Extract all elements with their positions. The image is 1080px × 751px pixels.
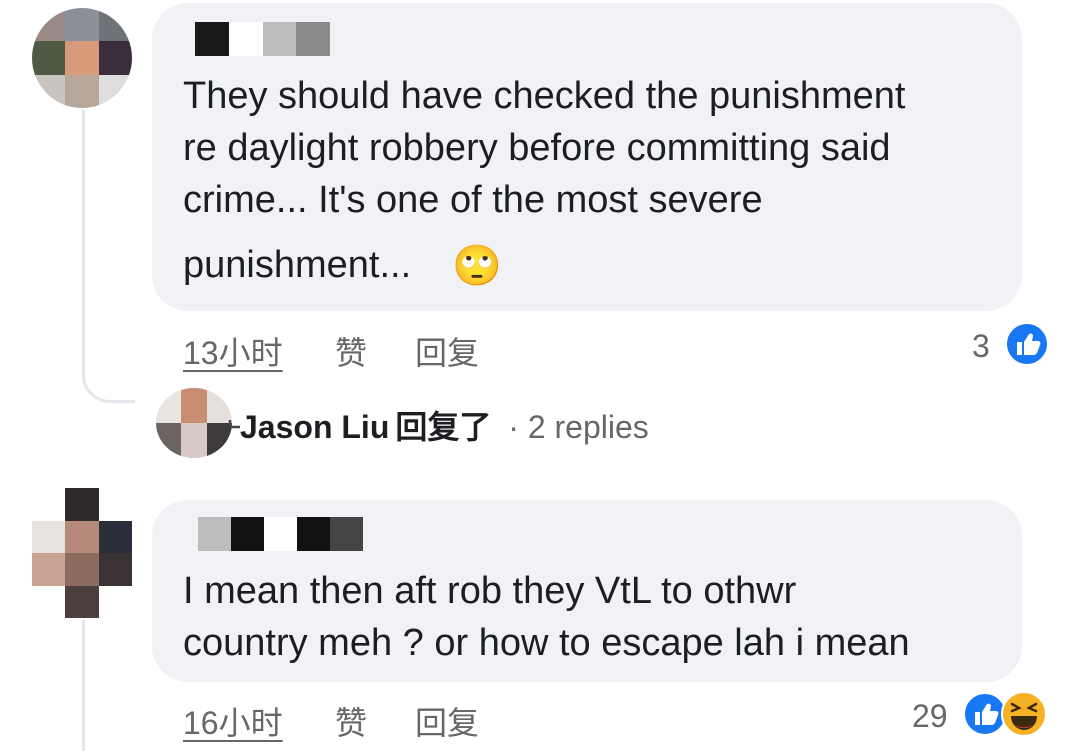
comment-text-line: They should have checked the punishment: [183, 75, 906, 117]
comment-text-line: crime... It's one of the most severe: [183, 179, 763, 221]
haha-reaction-icon: [1000, 690, 1048, 738]
comment-text-line: country meh ? or how to escape lah i mea…: [183, 622, 910, 664]
eye-roll-emoji: 🙄: [452, 244, 502, 288]
author-name-redacted[interactable]: [195, 22, 330, 56]
thread-line: [82, 110, 135, 403]
reply-action: 回复了: [395, 409, 492, 445]
comment-timestamp[interactable]: 13小时: [183, 328, 283, 374]
like-button[interactable]: 赞: [335, 698, 367, 744]
avatar[interactable]: [32, 8, 132, 108]
reply-author-name: Jason Liu: [240, 409, 390, 445]
like-reaction-icon: [1005, 322, 1049, 366]
reaction-count[interactable]: 29: [912, 698, 948, 735]
reply-separator: ·: [508, 409, 519, 445]
reaction-count[interactable]: 3: [972, 328, 990, 365]
comment-text-line: I mean then aft rob they VtL to othwr: [183, 570, 797, 612]
comment-text-line: punishment...: [183, 244, 412, 286]
reply-summary[interactable]: Jason Liu 回复了 · 2 replies: [240, 406, 649, 448]
reply-button[interactable]: 回复: [415, 328, 479, 374]
reply-avatar[interactable]: [156, 388, 232, 458]
thread-line-lower: [82, 620, 85, 751]
like-button[interactable]: 赞: [335, 328, 367, 374]
comment-text-line: re daylight robbery before committing sa…: [183, 127, 891, 169]
author-name-redacted[interactable]: [198, 517, 363, 551]
avatar[interactable]: [32, 488, 132, 618]
comment-timestamp[interactable]: 16小时: [183, 698, 283, 744]
reply-count: 2 replies: [527, 409, 649, 445]
reply-button[interactable]: 回复: [415, 698, 479, 744]
